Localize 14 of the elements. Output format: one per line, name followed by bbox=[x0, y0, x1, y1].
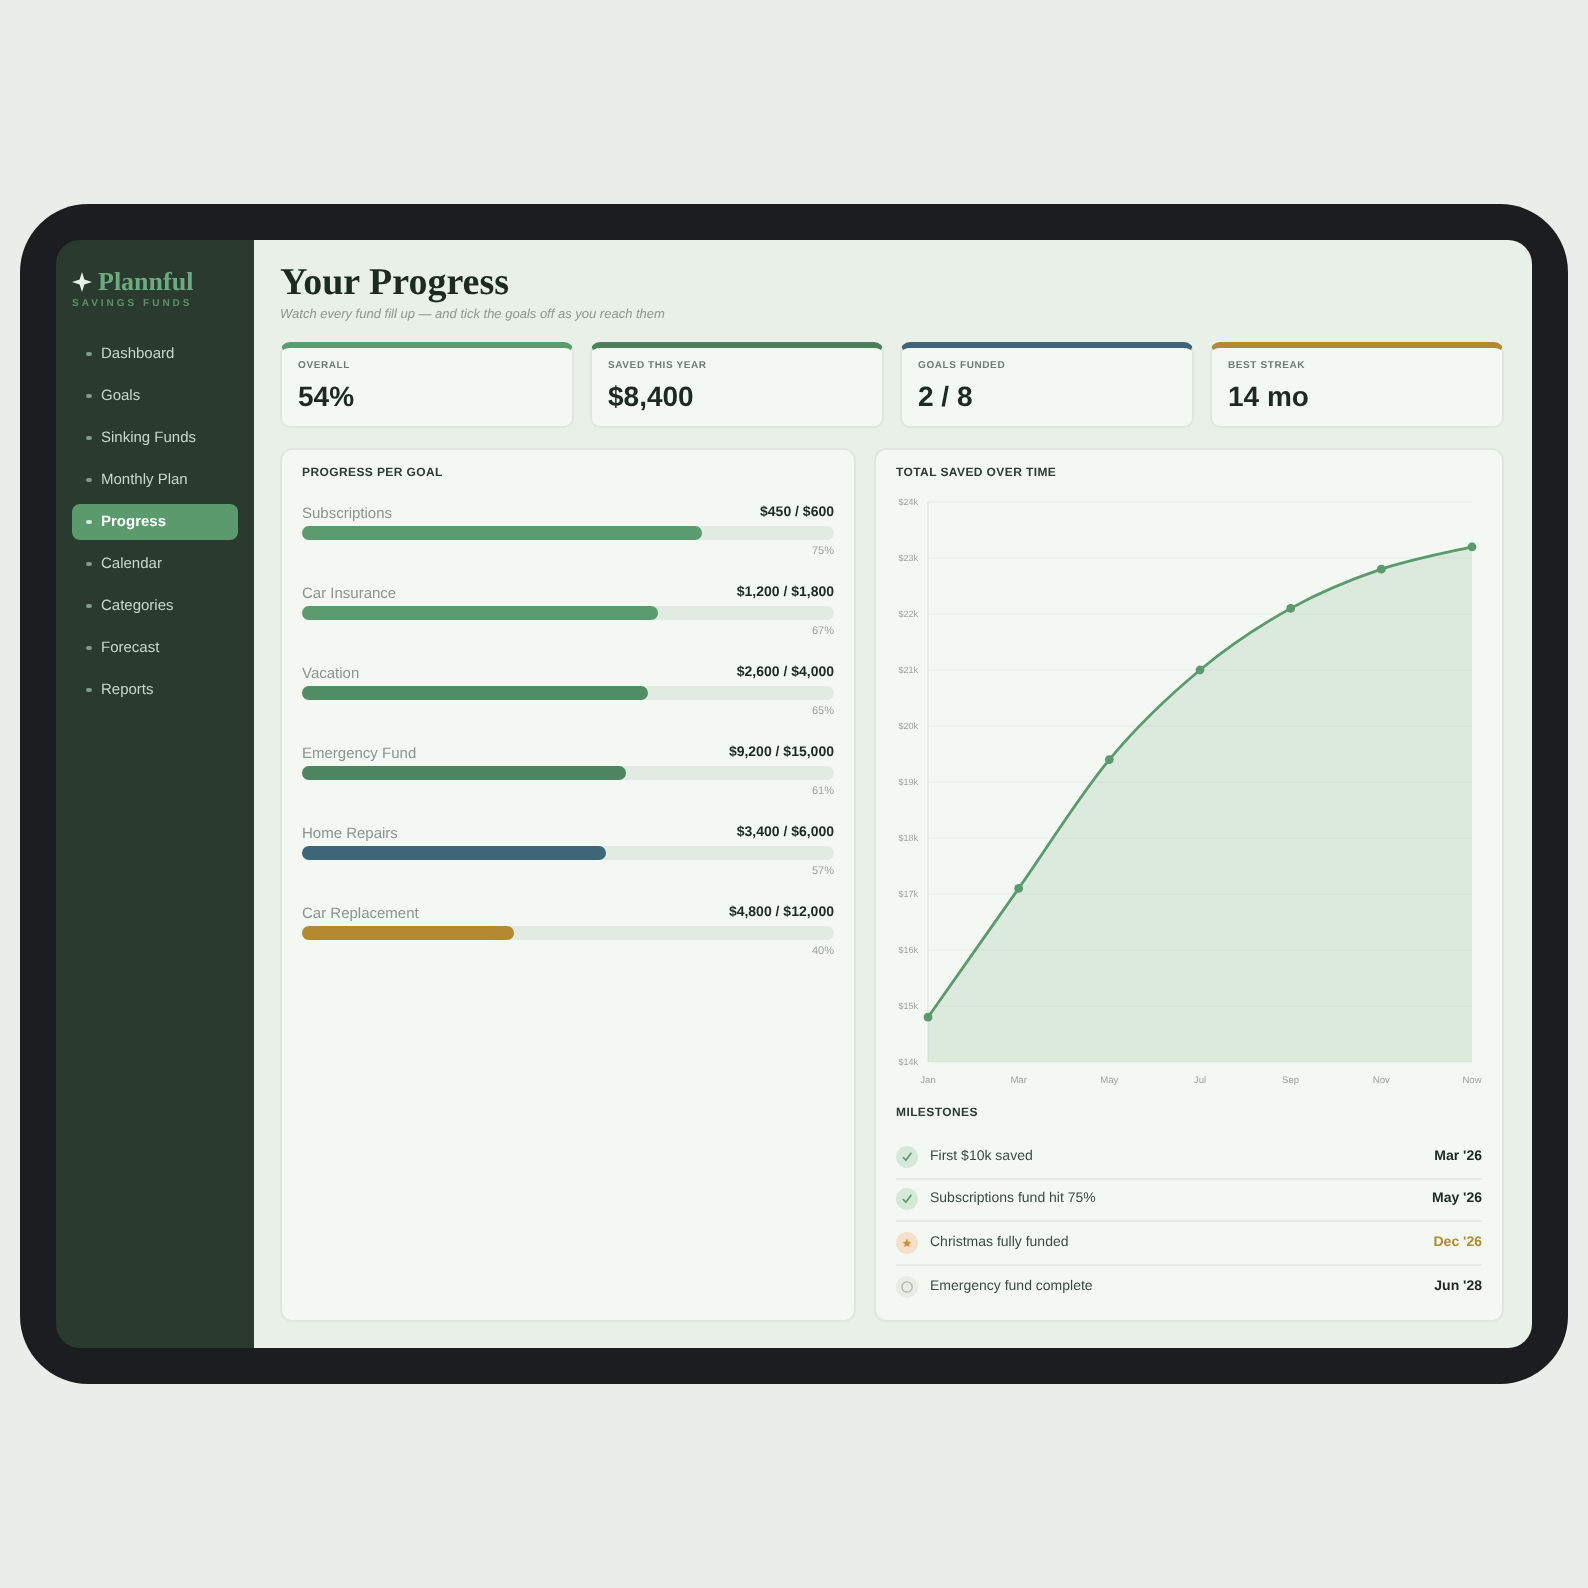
data-point bbox=[1104, 755, 1114, 764]
data-point bbox=[1286, 604, 1296, 613]
data-point bbox=[1195, 665, 1205, 675]
sparkle-icon bbox=[72, 272, 92, 292]
data-point bbox=[1376, 564, 1386, 574]
stat-value: 2 / 8 bbox=[918, 380, 973, 412]
app-logo: Plannful bbox=[98, 268, 194, 296]
stat-value: $8,400 bbox=[608, 380, 694, 412]
page-title: Your Progress bbox=[280, 264, 510, 304]
data-point bbox=[923, 1012, 933, 1022]
data-point bbox=[1467, 542, 1477, 552]
stat-value: 14 mo bbox=[1228, 380, 1309, 412]
stat-value: 54% bbox=[298, 380, 355, 412]
data-point bbox=[1014, 884, 1024, 893]
